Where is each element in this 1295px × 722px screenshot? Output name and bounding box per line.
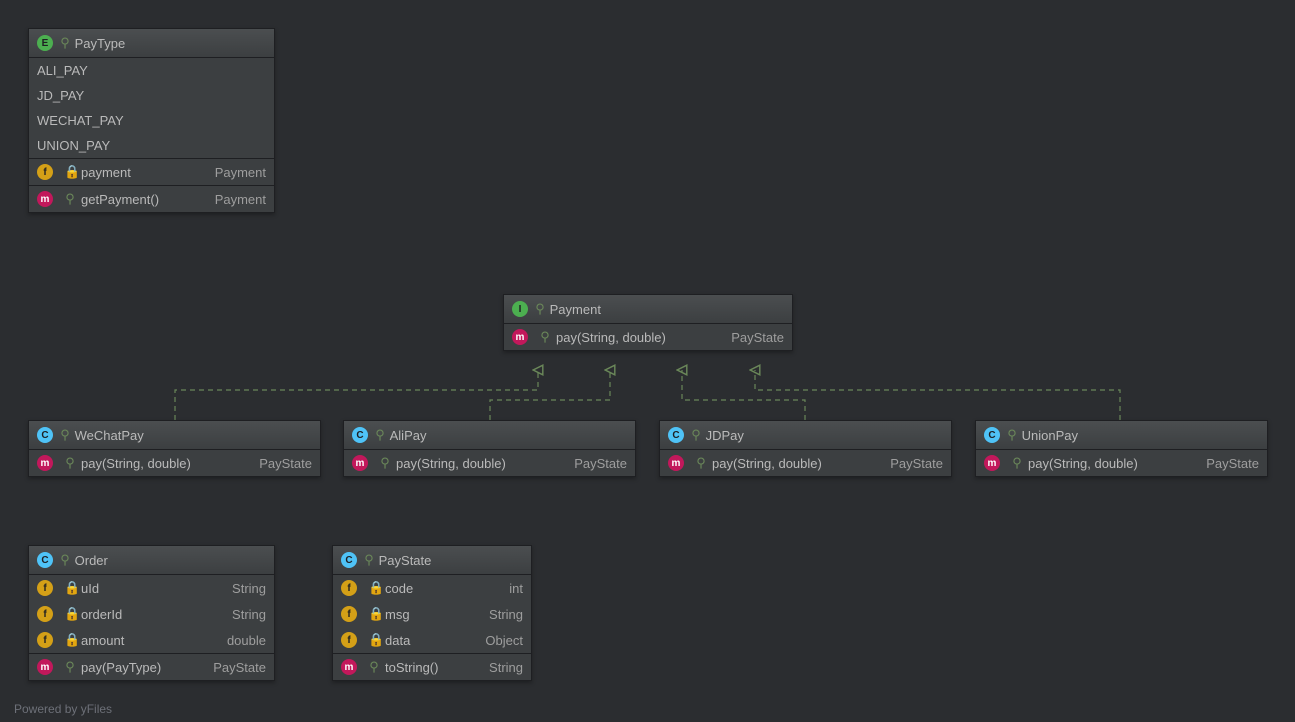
field-icon: f: [341, 606, 357, 622]
class-wechatpay[interactable]: C ⚲ WeChatPay m⚲pay(String, double) PayS…: [28, 420, 321, 477]
class-name: PayType: [75, 36, 126, 51]
field-icon: f: [341, 632, 357, 648]
visibility-icon: ⚲: [363, 552, 375, 568]
visibility-icon: ⚲: [1006, 427, 1018, 443]
field-icon: f: [341, 580, 357, 596]
visibility-icon: ⚲: [379, 455, 391, 471]
method-icon: m: [512, 329, 528, 345]
method-row: m⚲pay(PayType) PayState: [29, 653, 274, 680]
class-name: Payment: [550, 302, 601, 317]
lock-icon: 🔒: [64, 632, 76, 648]
visibility-icon: ⚲: [368, 659, 380, 675]
method-icon: m: [37, 659, 53, 675]
visibility-icon: ⚲: [59, 552, 71, 568]
class-icon: C: [37, 552, 53, 568]
lock-icon: 🔒: [368, 632, 380, 648]
visibility-icon: ⚲: [1011, 455, 1023, 471]
method-row: m⚲pay(String, double) PayState: [344, 450, 635, 476]
visibility-icon: ⚲: [64, 455, 76, 471]
method-row: m⚲pay(String, double) PayState: [660, 450, 951, 476]
footer-attribution: Powered by yFiles: [14, 702, 112, 716]
visibility-icon: ⚲: [59, 35, 71, 51]
enum-value: JD_PAY: [29, 83, 274, 108]
field-row: f🔒uId String: [29, 575, 274, 601]
class-name: WeChatPay: [75, 428, 144, 443]
enum-value: WECHAT_PAY: [29, 108, 274, 133]
field-row: f🔒code int: [333, 575, 531, 601]
field-icon: f: [37, 632, 53, 648]
visibility-icon: ⚲: [690, 427, 702, 443]
class-order[interactable]: C ⚲ Order f🔒uId String f🔒orderId String …: [28, 545, 275, 681]
class-icon: C: [341, 552, 357, 568]
method-icon: m: [341, 659, 357, 675]
method-icon: m: [37, 191, 53, 207]
lock-icon: 🔒: [368, 606, 380, 622]
class-title: C ⚲ WeChatPay: [29, 421, 320, 450]
enum-value: ALI_PAY: [29, 58, 274, 83]
visibility-icon: ⚲: [539, 329, 551, 345]
method-icon: m: [37, 455, 53, 471]
lock-icon: 🔒: [64, 580, 76, 596]
visibility-icon: ⚲: [64, 191, 76, 207]
class-unionpay[interactable]: C ⚲ UnionPay m⚲pay(String, double) PaySt…: [975, 420, 1268, 477]
enum-value: UNION_PAY: [29, 133, 274, 158]
field-row: f🔒amount double: [29, 627, 274, 653]
method-row: m⚲pay(String, double) PayState: [976, 450, 1267, 476]
class-jdpay[interactable]: C ⚲ JDPay m⚲pay(String, double) PayState: [659, 420, 952, 477]
class-title: C ⚲ UnionPay: [976, 421, 1267, 450]
class-title: E ⚲ PayType: [29, 29, 274, 58]
method-icon: m: [668, 455, 684, 471]
method-row: m⚲pay(String, double) PayState: [504, 324, 792, 350]
class-icon: C: [37, 427, 53, 443]
method-icon: m: [984, 455, 1000, 471]
lock-icon: 🔒: [64, 164, 76, 180]
class-title: C ⚲ Order: [29, 546, 274, 575]
method-icon: m: [352, 455, 368, 471]
field-row: f🔒data Object: [333, 627, 531, 653]
field-icon: f: [37, 606, 53, 622]
visibility-icon: ⚲: [59, 427, 71, 443]
enum-icon: E: [37, 35, 53, 51]
interface-icon: I: [512, 301, 528, 317]
class-name: AliPay: [390, 428, 427, 443]
field-row: f🔒payment Payment: [29, 158, 274, 185]
diagram-canvas[interactable]: E ⚲ PayType ALI_PAY JD_PAY WECHAT_PAY UN…: [0, 0, 1295, 722]
class-payment[interactable]: I ⚲ Payment m⚲pay(String, double) PaySta…: [503, 294, 793, 351]
field-icon: f: [37, 580, 53, 596]
class-title: C ⚲ PayState: [333, 546, 531, 575]
class-name: JDPay: [706, 428, 744, 443]
class-icon: C: [984, 427, 1000, 443]
visibility-icon: ⚲: [534, 301, 546, 317]
class-paytype[interactable]: E ⚲ PayType ALI_PAY JD_PAY WECHAT_PAY UN…: [28, 28, 275, 213]
method-row: m⚲toString() String: [333, 653, 531, 680]
lock-icon: 🔒: [368, 580, 380, 596]
visibility-icon: ⚲: [64, 659, 76, 675]
class-icon: C: [352, 427, 368, 443]
class-title: I ⚲ Payment: [504, 295, 792, 324]
field-row: f🔒orderId String: [29, 601, 274, 627]
lock-icon: 🔒: [64, 606, 76, 622]
class-alipay[interactable]: C ⚲ AliPay m⚲pay(String, double) PayStat…: [343, 420, 636, 477]
class-paystate[interactable]: C ⚲ PayState f🔒code int f🔒msg String f🔒d…: [332, 545, 532, 681]
method-row: m⚲pay(String, double) PayState: [29, 450, 320, 476]
visibility-icon: ⚲: [695, 455, 707, 471]
class-name: Order: [75, 553, 108, 568]
method-row: m⚲getPayment() Payment: [29, 185, 274, 212]
class-icon: C: [668, 427, 684, 443]
class-name: PayState: [379, 553, 432, 568]
class-title: C ⚲ JDPay: [660, 421, 951, 450]
visibility-icon: ⚲: [374, 427, 386, 443]
class-name: UnionPay: [1022, 428, 1078, 443]
class-title: C ⚲ AliPay: [344, 421, 635, 450]
field-row: f🔒msg String: [333, 601, 531, 627]
field-icon: f: [37, 164, 53, 180]
